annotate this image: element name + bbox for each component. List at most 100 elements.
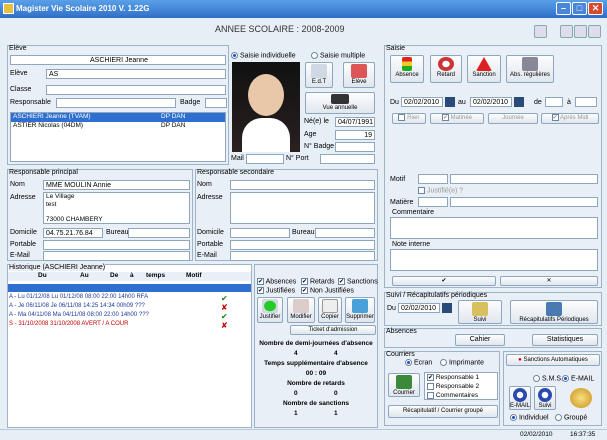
courrier-button[interactable]: Courrier [388, 373, 420, 397]
journee-toggle[interactable]: Journée [488, 113, 538, 124]
domicile2-label: Domicile [197, 229, 224, 236]
recap-courrier-groupe-button[interactable]: Récapitulatif / Courrier groupé [388, 405, 498, 418]
table-row[interactable]: S - 31/10/2008 31/10/2008 AVERT / A COUR… [9, 321, 251, 330]
recipients-list[interactable]: ✔ Responsable 1 Responsable 2 Commentair… [424, 372, 498, 400]
note-interne-field[interactable] [390, 249, 598, 271]
responsable-input[interactable] [56, 98, 176, 108]
ticket-admission-button[interactable]: Ticket d'admission [290, 325, 376, 335]
cancel-button[interactable]: ✕ [500, 276, 598, 286]
resp2-portable-field[interactable] [230, 240, 375, 250]
ecran-radio[interactable]: Ecran [405, 359, 432, 366]
saisie-a-field[interactable] [575, 97, 597, 107]
resp1-email-field[interactable] [43, 251, 190, 261]
recap-periodiques-button[interactable]: Récapitulatifs Périodiques [510, 300, 598, 324]
sanction-button[interactable]: Sanction [467, 55, 501, 83]
responsable1-checkbox[interactable]: ✔ Responsable 1 [427, 373, 497, 382]
modifier-button[interactable]: Modifier [287, 297, 315, 323]
gear-icon[interactable] [570, 388, 592, 408]
nport-field[interactable] [320, 154, 375, 164]
justifier-button[interactable]: Justifier [257, 297, 283, 323]
calendar-icon[interactable] [445, 97, 455, 107]
saisie-du-field[interactable]: 02/02/2010 [401, 97, 443, 107]
copier-button[interactable]: Copier [318, 297, 342, 323]
non-justifiees-checkbox[interactable]: ✔ Non Justifiées [301, 287, 354, 294]
settings-icon[interactable] [560, 25, 573, 38]
table-row[interactable]: A - Lu 01/12/08 Lu 01/12/08 08:00 22:00 … [9, 294, 251, 303]
supprimer-button[interactable]: Supprimer [345, 297, 375, 323]
sanctions-checkbox[interactable]: ✔ Sanctions [338, 278, 378, 285]
matiere-field[interactable] [450, 197, 598, 207]
resp1-bureau-field[interactable] [128, 228, 190, 238]
list-item[interactable]: ASTIER Nicolas (04DM) DP DAN [11, 122, 225, 131]
suivi-du-field[interactable]: 02/02/2010 [398, 303, 440, 313]
eleve-button[interactable]: Elève [343, 62, 375, 88]
sms-radio[interactable]: S.M.S. [533, 375, 563, 382]
nbadge-field[interactable] [335, 142, 375, 152]
resp2-domicile-field[interactable] [230, 228, 290, 238]
eleve-input[interactable]: AS [46, 69, 226, 79]
table-row[interactable]: A - Je 06/11/08 Je 06/11/08 14:25 14:34 … [9, 303, 251, 312]
resp1-adresse-field[interactable]: Le Village test 73000 CHAMBERY [43, 192, 190, 224]
maximize-button[interactable]: □ [572, 2, 587, 15]
saisie-multiple-radio[interactable]: Saisie multiple [311, 52, 365, 59]
vue-annuelle-button[interactable]: Vue annuelle [305, 92, 375, 114]
calendar-icon[interactable] [534, 25, 547, 38]
resp1-portable-field[interactable] [43, 240, 190, 250]
close-button[interactable]: ✕ [588, 2, 603, 15]
resp2-nom-field[interactable] [230, 180, 375, 190]
badge-input[interactable] [205, 98, 227, 108]
saisie-au-field[interactable]: 02/02/2010 [470, 97, 512, 107]
historique-header: Du Au De à temps Motif [8, 272, 251, 281]
classe-select[interactable] [46, 85, 226, 95]
calendar-icon[interactable] [442, 303, 452, 313]
validate-button[interactable]: ✔ [392, 276, 496, 286]
email2-label: E-Mail [197, 252, 217, 259]
justifiees-checkbox[interactable]: ✔ Justifiées [257, 287, 295, 294]
retard-button[interactable]: Retard [430, 55, 462, 83]
calendar-icon[interactable] [514, 97, 524, 107]
student-list[interactable]: ASCHIERI Jeanne (TVAM) DP DAN ASTIER Nico… [10, 112, 226, 162]
imprimante-radio[interactable]: Imprimante [440, 359, 484, 366]
email-send-button[interactable]: E-MAIL [509, 386, 531, 410]
matiere-code-field[interactable] [418, 197, 448, 207]
historique-list[interactable]: A - Lu 01/12/08 Lu 01/12/08 08:00 22:00 … [9, 294, 251, 330]
list-item[interactable]: ASCHIERI Jeanne (TVAM) DP DAN [11, 113, 225, 122]
retards-checkbox[interactable]: ✔ Retards [301, 278, 334, 285]
groupe-radio[interactable]: Groupé [555, 414, 587, 421]
email-radio[interactable]: E-MAIL [562, 375, 594, 382]
saisie-label: Saisie [386, 45, 406, 52]
tools-icon[interactable] [574, 25, 587, 38]
minimize-button[interactable]: – [556, 2, 571, 15]
abs-regulieres-button[interactable]: Abs. régulières [506, 55, 554, 83]
motif-code-field[interactable] [418, 174, 448, 184]
sanctions-automatiques-button[interactable]: ● Sanctions Automatiques [506, 354, 600, 366]
matinee-toggle[interactable]: ✔ Matinée [430, 113, 484, 124]
resp2-email-field[interactable] [230, 251, 375, 261]
historique-selected-row[interactable] [8, 284, 251, 292]
ne-label: Né(e) le [304, 118, 329, 125]
resp1-nom-field[interactable]: MME MOULIN Annie [43, 180, 190, 190]
resp2-bureau-field[interactable] [315, 228, 375, 238]
help-icon[interactable] [588, 25, 601, 38]
absence-button[interactable]: Absence [390, 55, 424, 83]
mail-field[interactable] [246, 154, 284, 164]
responsable2-checkbox[interactable]: Responsable 2 [427, 382, 497, 391]
motif-field[interactable] [450, 174, 598, 184]
table-row[interactable]: A - Ma 04/11/08 Ma 04/11/08 08:00 22:00 … [9, 312, 251, 321]
apres-midi-toggle[interactable]: ✔ Après Midi [541, 113, 599, 124]
rien-toggle[interactable]: Rien [392, 113, 426, 124]
saisie-individuelle-radio[interactable]: Saisie individuelle [231, 52, 296, 59]
commentaires-checkbox[interactable]: Commentaires [427, 391, 497, 400]
suivi-button[interactable]: Suivi [458, 300, 502, 324]
resp2-adresse-field[interactable] [230, 192, 375, 224]
statistiques-button[interactable]: Statistiques [532, 334, 598, 346]
cahier-button[interactable]: Cahier [455, 334, 505, 346]
resp1-domicile-field[interactable]: 04.75.21.76.84 [43, 228, 103, 238]
justifie-checkbox[interactable]: Justifié(e) ? [418, 187, 463, 194]
saisie-de-field[interactable] [545, 97, 563, 107]
email-suivi-button[interactable]: Suivi [534, 386, 556, 410]
edt-button[interactable]: E.d.T [305, 62, 333, 88]
absences-checkbox[interactable]: ✔ Absences [257, 278, 296, 285]
commentaire-field[interactable] [390, 217, 598, 239]
individuel-radio[interactable]: Individuel [510, 414, 549, 421]
